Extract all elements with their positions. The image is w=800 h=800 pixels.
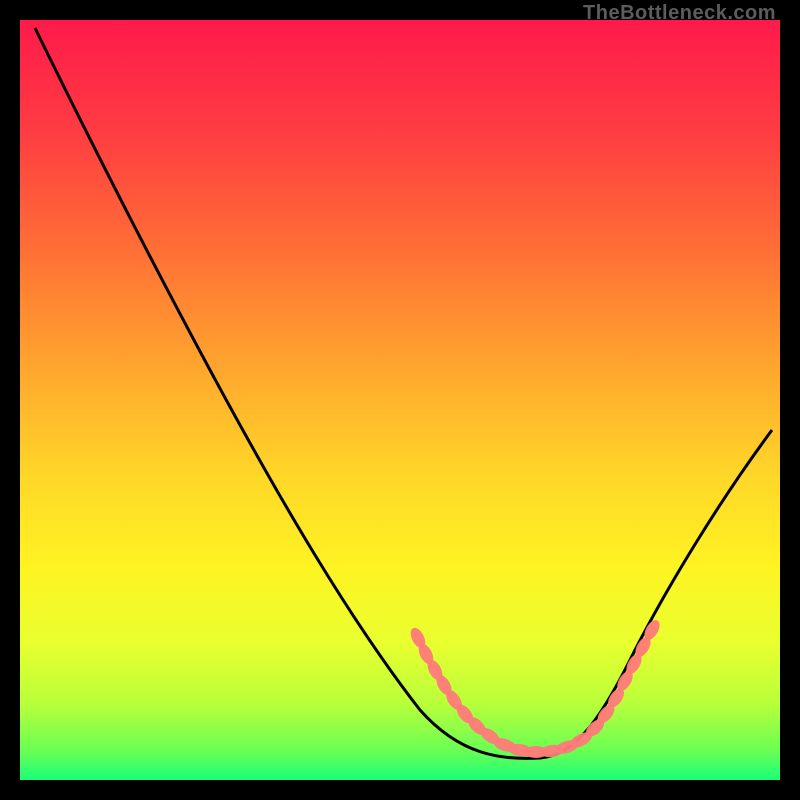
chart-frame — [20, 20, 780, 780]
gradient-background — [20, 20, 780, 780]
watermark-text: TheBottleneck.com — [583, 2, 776, 25]
chart-svg — [20, 20, 780, 780]
